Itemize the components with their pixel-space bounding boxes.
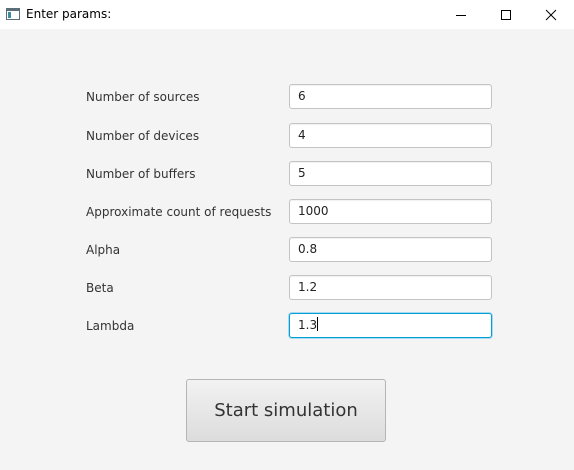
minimize-icon [456, 14, 466, 16]
window-title: Enter params: [26, 7, 112, 21]
beta-label: Beta [86, 281, 114, 295]
requests-input[interactable]: 1000 [289, 199, 492, 224]
maximize-button[interactable] [483, 0, 529, 29]
devices-input[interactable]: 4 [289, 123, 492, 148]
maximize-icon [501, 9, 511, 20]
alpha-input[interactable]: 0.8 [289, 237, 492, 262]
app-icon [6, 8, 20, 20]
sources-label: Number of sources [86, 90, 200, 104]
close-button[interactable] [528, 0, 574, 29]
beta-input[interactable]: 1.2 [289, 275, 492, 300]
close-icon [545, 9, 557, 20]
lambda-value: 1.3 [298, 318, 318, 332]
devices-label: Number of devices [86, 129, 200, 143]
start-simulation-button[interactable]: Start simulation [186, 379, 386, 442]
alpha-label: Alpha [86, 243, 121, 257]
buffers-label: Number of buffers [86, 167, 196, 181]
lambda-input[interactable]: 1.3 [289, 313, 492, 338]
requests-label: Approximate count of requests [86, 205, 272, 219]
sources-input[interactable]: 6 [289, 84, 492, 109]
title-bar: Enter params: [0, 0, 574, 29]
lambda-label: Lambda [86, 319, 135, 333]
text-caret [317, 317, 319, 331]
buffers-input[interactable]: 5 [289, 161, 492, 186]
minimize-button[interactable] [438, 0, 484, 29]
